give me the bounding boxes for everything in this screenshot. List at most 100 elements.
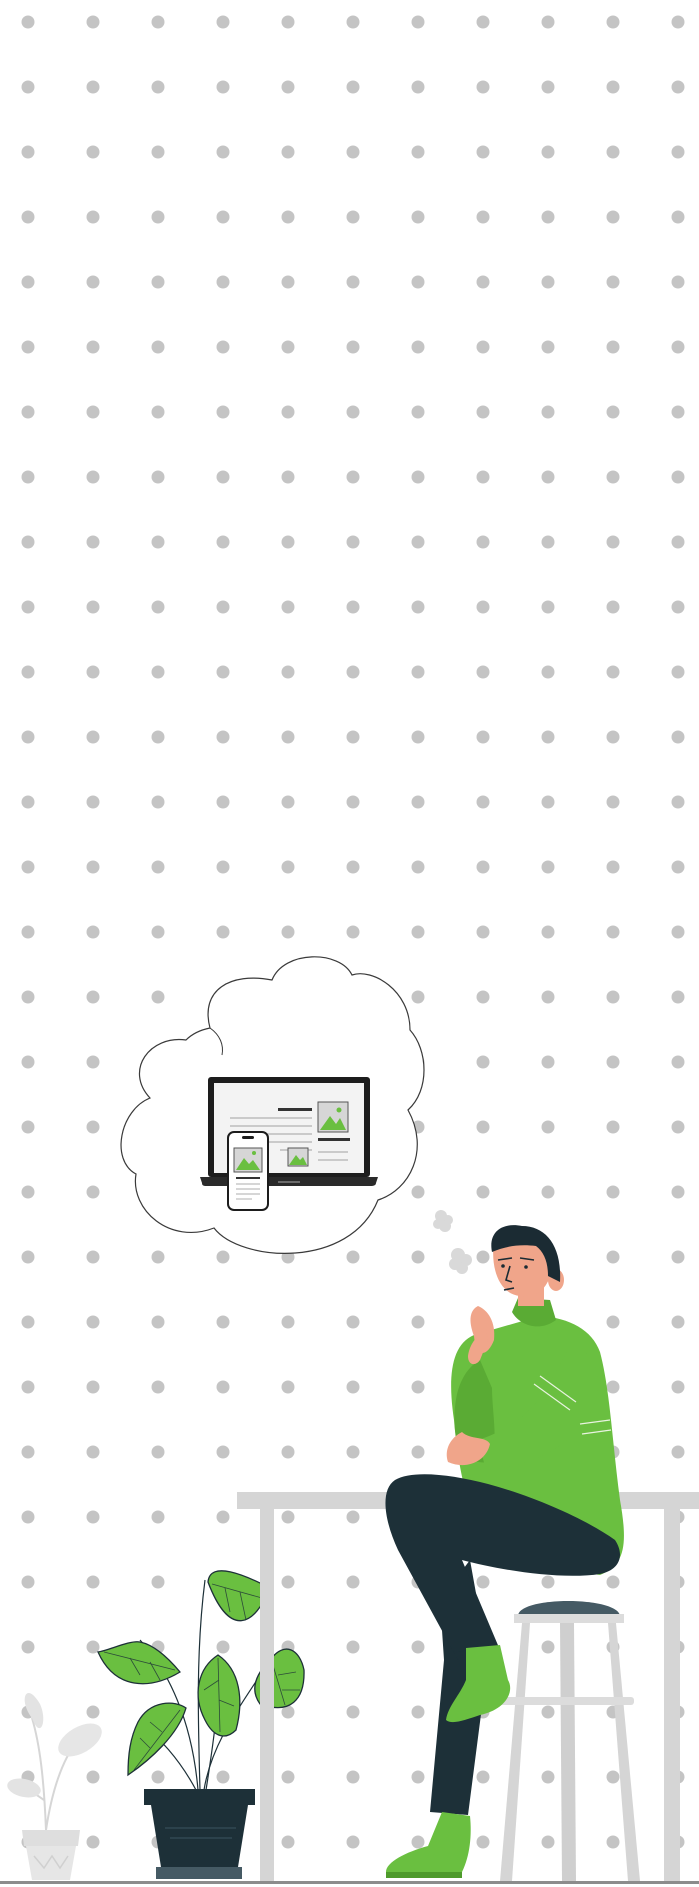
- background-dot: [541, 80, 555, 94]
- ghost-plant-icon: [7, 1692, 102, 1880]
- background-dot: [411, 1770, 425, 1784]
- background-dot: [671, 275, 685, 289]
- background-dot: [411, 1835, 425, 1849]
- background-dot: [86, 1380, 100, 1394]
- background-dot: [86, 1120, 100, 1134]
- background-dot: [606, 535, 620, 549]
- background-dot: [346, 1770, 360, 1784]
- background-dot: [281, 1315, 295, 1329]
- background-dot: [21, 1445, 35, 1459]
- background-dot: [86, 210, 100, 224]
- background-dot: [671, 1185, 685, 1199]
- background-dot: [216, 730, 230, 744]
- background-dot: [411, 340, 425, 354]
- background-dot: [606, 1120, 620, 1134]
- background-dot: [216, 210, 230, 224]
- background-dot: [606, 1835, 620, 1849]
- background-dot: [21, 275, 35, 289]
- background-dot: [86, 275, 100, 289]
- background-dot: [21, 730, 35, 744]
- background-dot: [216, 405, 230, 419]
- background-dot: [86, 665, 100, 679]
- background-dot: [151, 210, 165, 224]
- background-dot: [151, 1315, 165, 1329]
- background-dot: [606, 925, 620, 939]
- background-dot: [151, 275, 165, 289]
- background-dot: [606, 340, 620, 354]
- background-dot: [151, 1380, 165, 1394]
- background-dot: [476, 1120, 490, 1134]
- background-dot: [86, 1315, 100, 1329]
- background-dot: [216, 340, 230, 354]
- background-dot: [671, 665, 685, 679]
- background-dot: [86, 1055, 100, 1069]
- background-dot: [21, 1120, 35, 1134]
- background-dot: [411, 405, 425, 419]
- background-dot: [671, 795, 685, 809]
- background-dot: [411, 925, 425, 939]
- background-dot: [151, 340, 165, 354]
- background-dot: [86, 80, 100, 94]
- background-dot: [541, 600, 555, 614]
- background-dot: [346, 730, 360, 744]
- background-dot: [281, 1445, 295, 1459]
- background-dot: [216, 665, 230, 679]
- background-dot: [86, 860, 100, 874]
- background-dot: [346, 665, 360, 679]
- background-dot: [281, 1770, 295, 1784]
- background-dot: [671, 470, 685, 484]
- background-dot: [411, 1185, 425, 1199]
- background-dot: [281, 665, 295, 679]
- background-dot: [541, 1640, 555, 1654]
- background-dot: [281, 1380, 295, 1394]
- background-dot: [86, 15, 100, 29]
- background-dot: [476, 990, 490, 1004]
- background-dot: [346, 405, 360, 419]
- background-dot: [346, 925, 360, 939]
- background-dot: [86, 1510, 100, 1524]
- background-dot: [86, 1250, 100, 1264]
- background-dot: [86, 470, 100, 484]
- background-dot: [671, 1315, 685, 1329]
- background-dot: [21, 80, 35, 94]
- smartphone-icon: [227, 1131, 269, 1211]
- background-dot: [671, 925, 685, 939]
- background-dot: [281, 470, 295, 484]
- background-dot: [346, 80, 360, 94]
- background-dot: [151, 405, 165, 419]
- background-dot: [541, 860, 555, 874]
- background-dot: [86, 1705, 100, 1719]
- background-dot: [346, 795, 360, 809]
- background-dot: [606, 210, 620, 224]
- background-dot: [151, 1445, 165, 1459]
- background-dot: [346, 340, 360, 354]
- background-dot: [541, 665, 555, 679]
- background-dot: [86, 1185, 100, 1199]
- background-dot: [606, 990, 620, 1004]
- background-dot: [606, 1185, 620, 1199]
- background-dot: [671, 535, 685, 549]
- background-dot: [151, 600, 165, 614]
- background-dot: [411, 210, 425, 224]
- background-dot: [541, 1835, 555, 1849]
- background-dot: [281, 275, 295, 289]
- background-dot: [411, 860, 425, 874]
- background-dot: [216, 470, 230, 484]
- background-dot: [671, 1055, 685, 1069]
- background-dot: [151, 535, 165, 549]
- background-dot: [216, 600, 230, 614]
- background-dot: [281, 1510, 295, 1524]
- background-dot: [151, 860, 165, 874]
- background-dot: [476, 405, 490, 419]
- background-dot: [216, 1380, 230, 1394]
- background-dot: [411, 470, 425, 484]
- background-dot: [671, 210, 685, 224]
- background-dot: [346, 210, 360, 224]
- background-dot: [216, 145, 230, 159]
- background-dot: [411, 1445, 425, 1459]
- background-dot: [86, 1770, 100, 1784]
- background-dot: [606, 860, 620, 874]
- background-dot: [606, 275, 620, 289]
- background-dot: [346, 275, 360, 289]
- background-dot: [671, 1120, 685, 1134]
